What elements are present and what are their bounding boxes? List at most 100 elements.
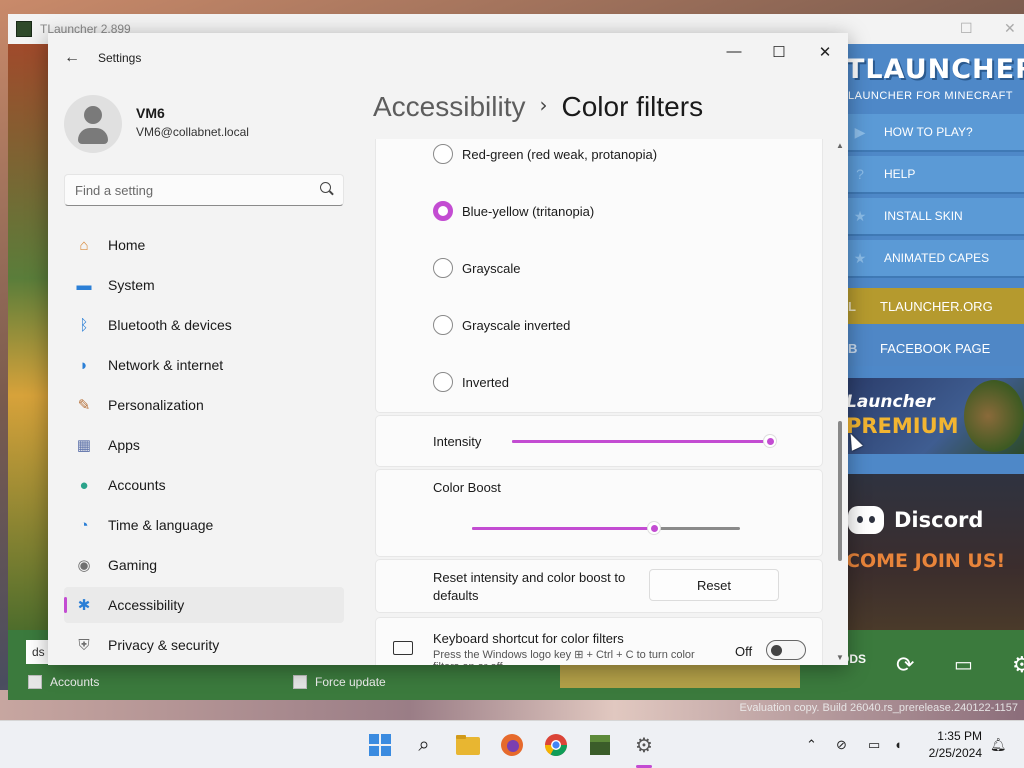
site-tlauncher-org[interactable]: L TLAUNCHER.ORG (846, 288, 1024, 324)
sidebar-item-home[interactable]: ⌂ Home (64, 227, 344, 263)
tlauncher-maximize-icon[interactable]: ☐ (960, 20, 973, 37)
gear-icon[interactable]: ⚙ (1012, 652, 1024, 678)
scroll-up-icon[interactable]: ▲ (836, 141, 844, 150)
bluetooth-icon: ᛒ (79, 316, 89, 334)
sidebar-item-label: Time & language (108, 517, 214, 533)
volume-icon[interactable]: ◖ (894, 737, 902, 752)
sidebar-item-label: Network & internet (108, 357, 224, 373)
settings-icon[interactable]: ⚙ (632, 733, 656, 757)
shortcut-toggle[interactable] (766, 640, 806, 660)
radio-button[interactable] (433, 258, 453, 278)
sidebar-item-system[interactable]: ▬ System (64, 267, 344, 303)
intensity-label: Intensity (433, 434, 482, 449)
shield-icon: ⛨ (78, 636, 90, 654)
discord-icon (848, 506, 884, 534)
avatar[interactable] (64, 95, 122, 153)
radio-button[interactable] (433, 144, 453, 164)
filter-option-grayscale-inverted[interactable]: Grayscale inverted (433, 315, 570, 335)
chevron-up-icon[interactable]: ⌃ (806, 737, 817, 753)
intensity-card: Intensity (375, 415, 823, 467)
taskbar: ⌕ ⚙ ⌃ ⊘ ▭ ◖ 1:35 PM 2/25/2024 🔔︎ (0, 720, 1024, 768)
sidebar-item-accessibility[interactable]: ✱ Accessibility (64, 587, 344, 623)
sidebar-item-personalization[interactable]: ✎ Personalization (64, 387, 344, 423)
sidebar-item-label: Accessibility (108, 597, 185, 613)
search-box[interactable] (64, 174, 344, 206)
color-boost-slider-thumb[interactable] (647, 521, 662, 535)
search-icon[interactable]: ⌕ (412, 733, 436, 757)
radio-button[interactable] (433, 372, 453, 392)
menu-help[interactable]: ? HELP (846, 156, 1024, 194)
firefox-icon[interactable] (500, 733, 524, 757)
breadcrumb-separator: › (539, 93, 548, 117)
scrollbar-thumb[interactable] (838, 421, 842, 561)
star-icon: ★ (853, 249, 867, 266)
site-label: FACEBOOK PAGE (880, 340, 991, 356)
gamepad-icon: ◉ (77, 557, 91, 574)
sidebar-item-privacy[interactable]: ⛨ Privacy & security (64, 627, 344, 663)
display-icon[interactable]: ▭ (868, 737, 880, 753)
accounts-checkbox[interactable]: Accounts (28, 675, 99, 689)
minimize-icon[interactable]: — (722, 43, 746, 63)
sidebar-item-label: Accounts (108, 477, 166, 493)
tray-date[interactable]: 2/25/2024 (922, 746, 982, 760)
tlauncher-close-icon[interactable]: ✕ (1004, 20, 1016, 37)
brand-title: TLAUNCHER (846, 54, 1024, 85)
sidebar-item-accounts[interactable]: ● Accounts (64, 467, 344, 503)
menu-how-to-play[interactable]: ▶ HOW TO PLAY? (846, 114, 1024, 152)
radio-button-selected[interactable] (433, 201, 453, 221)
close-icon[interactable]: ✕ (813, 43, 837, 63)
premium-art (964, 380, 1024, 452)
menu-label: HOW TO PLAY? (884, 125, 973, 139)
menu-label: ANIMATED CAPES (884, 251, 990, 265)
system-icon: ▬ (76, 276, 92, 294)
filter-option-inverted[interactable]: Inverted (433, 372, 509, 392)
filter-option-grayscale[interactable]: Grayscale (433, 258, 521, 278)
force-update-label: Force update (315, 675, 386, 689)
tray-time[interactable]: 1:35 PM (930, 729, 982, 743)
sidebar-item-label: Home (108, 237, 146, 253)
back-arrow-icon[interactable]: ← (64, 49, 80, 67)
reset-label: Reset intensity and color boost to defau… (433, 570, 626, 603)
file-explorer-icon[interactable] (456, 733, 480, 757)
search-input[interactable] (65, 175, 305, 205)
folder-icon[interactable]: ▭ (954, 652, 973, 677)
chrome-icon[interactable] (544, 733, 568, 757)
network-icon[interactable]: ⊘ (836, 737, 847, 753)
intensity-slider-thumb[interactable] (763, 434, 777, 448)
radio-label: Grayscale inverted (462, 317, 571, 333)
filter-options-card: Red-green (red weak, protanopia) Blue-ye… (375, 139, 823, 413)
maximize-icon[interactable]: ☐ (767, 43, 791, 63)
discord-banner[interactable]: Discord COME JOIN US! (846, 474, 1024, 630)
sidebar-nav: ⌂ Home ▬ System ᛒ Bluetooth & devices ◗ … (64, 227, 344, 665)
menu-animated-capes[interactable]: ★ ANIMATED CAPES (846, 240, 1024, 278)
accessibility-icon: ✱ (77, 597, 91, 614)
refresh-icon[interactable]: ⟳ (896, 652, 914, 678)
sidebar-item-apps[interactable]: ▦ Apps (64, 427, 344, 463)
sidebar-item-gaming[interactable]: ◉ Gaming (64, 547, 344, 583)
notification-bell-icon[interactable]: 🔔︎ (990, 737, 1007, 753)
breadcrumb-parent[interactable]: Accessibility (373, 91, 525, 122)
sidebar-item-bluetooth[interactable]: ᛒ Bluetooth & devices (64, 307, 344, 343)
radio-label: Inverted (462, 374, 509, 390)
filter-option-tritanopia[interactable]: Blue-yellow (tritanopia) (433, 201, 594, 221)
start-icon[interactable] (368, 733, 392, 757)
window-title: Settings (98, 51, 142, 65)
sidebar-item-label: Apps (108, 437, 140, 453)
sidebar-item-label: Gaming (108, 557, 158, 573)
search-icon[interactable] (320, 182, 331, 193)
reset-button[interactable]: Reset (649, 569, 779, 601)
premium-banner[interactable]: Launcher PREMIUM (846, 378, 1024, 454)
avatar-body (78, 128, 108, 144)
sidebar-item-network[interactable]: ◗ Network & internet (64, 347, 344, 383)
filter-option-protanopia[interactable]: Red-green (red weak, protanopia) (433, 144, 657, 164)
tlauncher-background-art (8, 44, 48, 630)
minecraft-icon[interactable] (588, 733, 612, 757)
force-update-checkbox[interactable]: Force update (293, 675, 386, 689)
content-scrollbar[interactable]: ▲ ▼ (836, 141, 844, 665)
home-icon: ⌂ (79, 236, 89, 254)
sidebar-item-time-language[interactable]: ◔ Time & language (64, 507, 344, 543)
site-facebook-page[interactable]: B FACEBOOK PAGE (846, 330, 1024, 366)
radio-button[interactable] (433, 315, 453, 335)
scroll-down-icon[interactable]: ▼ (836, 653, 844, 662)
menu-install-skin[interactable]: ★ INSTALL SKIN (846, 198, 1024, 236)
